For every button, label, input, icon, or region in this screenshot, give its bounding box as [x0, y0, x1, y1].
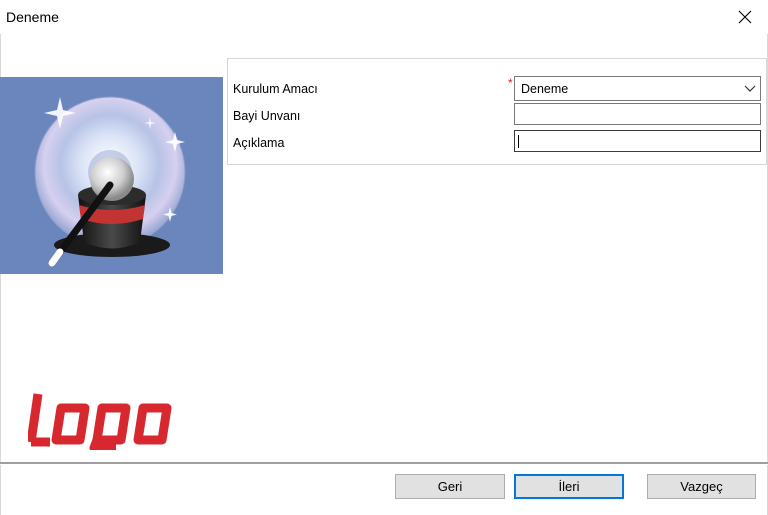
back-button[interactable]: Geri — [395, 474, 505, 499]
disc-magic-hat-icon — [34, 96, 186, 267]
logo — [26, 390, 178, 453]
bayi-unvani-label: Bayi Unvanı — [233, 109, 301, 123]
kurulum-amaci-label: Kurulum Amacı — [233, 82, 318, 96]
aciklama-label: Açıklama — [233, 136, 285, 150]
next-button[interactable]: İleri — [514, 474, 624, 499]
window-title: Deneme — [6, 9, 59, 25]
bayi-unvani-input[interactable] — [514, 103, 761, 125]
title-bar: Deneme — [0, 0, 768, 36]
wizard-image — [0, 77, 223, 274]
chevron-down-icon — [744, 85, 756, 92]
kurulum-amaci-value: Deneme — [521, 82, 569, 96]
kurulum-amaci-dropdown[interactable]: Deneme — [514, 76, 761, 101]
footer-separator — [0, 462, 768, 465]
logo-wordmark — [26, 393, 172, 453]
aciklama-input[interactable] — [514, 130, 761, 152]
form-panel: Kurulum Amacı * Deneme Bayi Unvanı Açıkl… — [227, 58, 767, 165]
close-button[interactable] — [722, 0, 768, 34]
cancel-button[interactable]: Vazgeç — [647, 474, 756, 499]
close-icon — [738, 10, 752, 24]
text-caret — [518, 135, 519, 148]
required-marker: * — [508, 76, 513, 90]
